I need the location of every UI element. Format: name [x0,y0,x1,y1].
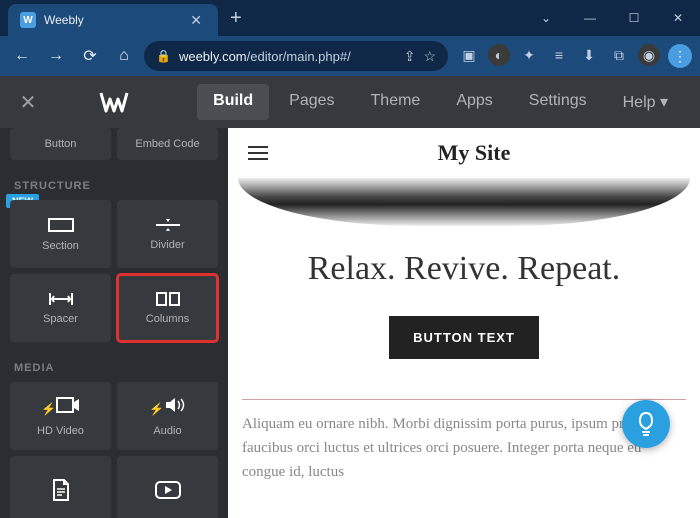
extension-icon-5[interactable]: ⧉ [608,44,630,66]
tile-columns[interactable]: Columns [117,274,218,342]
browser-menu-button[interactable]: ⋮ [668,44,692,68]
nav-help[interactable]: Help ▾ [607,84,684,120]
tile-audio[interactable]: ⚡ Audio [117,382,218,450]
window-minimize-icon[interactable]: — [568,0,612,36]
home-button[interactable]: ⌂ [110,42,138,70]
site-title[interactable]: My Site [268,140,680,166]
cta-button[interactable]: BUTTON TEXT [389,316,539,359]
new-tab-button[interactable]: + [230,7,242,30]
content-divider [242,399,686,400]
url-text: weebly.com/editor/main.php#/ [179,49,396,64]
app-top-nav: ✕ Build Pages Theme Apps Settings Help ▾ [0,76,700,128]
forward-button[interactable]: → [42,42,70,70]
window-close-icon[interactable]: ✕ [656,0,700,36]
nav-pages[interactable]: Pages [273,84,350,120]
site-canvas: My Site Relax. Revive. Repeat. BUTTON TE… [228,128,700,518]
youtube-icon [155,481,181,499]
browser-tab[interactable]: W Weebly ✕ [8,4,218,36]
browser-titlebar: W Weebly ✕ + ⌄ — ☐ ✕ [0,0,700,36]
back-button[interactable]: ← [8,42,36,70]
hd-video-icon: ⚡ [41,396,80,419]
hero-image[interactable] [238,178,690,226]
spacer-icon [48,291,74,307]
weebly-logo[interactable] [96,84,132,120]
weebly-favicon: W [20,12,36,28]
tile-section[interactable]: Section [10,200,111,268]
nav-build[interactable]: Build [197,84,269,120]
help-fab[interactable] [622,400,670,448]
columns-icon [155,291,181,307]
document-icon [52,479,70,501]
extension-icon-1[interactable]: ▣ [458,44,480,66]
bookmark-icon[interactable]: ☆ [423,48,436,65]
tile-divider[interactable]: Divider [117,200,218,268]
window-dropdown-icon[interactable]: ⌄ [524,0,568,36]
share-icon[interactable]: ⇪ [404,48,416,65]
media-section-label: MEDIA [0,348,228,382]
reload-button[interactable]: ⟳ [76,42,104,70]
close-editor-button[interactable]: ✕ [16,90,40,114]
tile-hd-video[interactable]: ⚡ HD Video [10,382,111,450]
tile-button[interactable]: Button [10,128,111,160]
window-maximize-icon[interactable]: ☐ [612,0,656,36]
nav-settings[interactable]: Settings [513,84,603,120]
audio-icon: ⚡ [149,396,186,419]
download-icon[interactable]: ⬇ [578,44,600,66]
tile-document[interactable] [10,456,111,518]
tile-spacer[interactable]: Spacer [10,274,111,342]
nav-theme[interactable]: Theme [355,84,437,120]
hamburger-menu[interactable] [248,146,268,160]
extension-icon-3[interactable]: ✦ [518,44,540,66]
elements-sidebar: Button Embed Code STRUCTURE NEW Section … [0,76,228,518]
hero-headline[interactable]: Relax. Revive. Repeat. [228,250,700,288]
divider-icon [156,217,180,233]
extension-icon-4[interactable]: ≡ [548,44,570,66]
tile-embed-code[interactable]: Embed Code [117,128,218,160]
nav-apps[interactable]: Apps [440,84,508,120]
app-body: Button Embed Code STRUCTURE NEW Section … [0,76,700,518]
tab-title: Weebly [44,13,186,27]
tab-close-icon[interactable]: ✕ [186,10,206,31]
browser-address-bar: ← → ⟳ ⌂ 🔒 weebly.com/editor/main.php#/ ⇪… [0,36,700,76]
section-icon [48,216,74,234]
site-header: My Site [228,128,700,178]
lock-icon: 🔒 [156,49,171,63]
extension-icon-2[interactable]: ◐ [488,44,510,66]
profile-icon[interactable]: ◉ [638,44,660,66]
tile-youtube[interactable] [117,456,218,518]
url-bar[interactable]: 🔒 weebly.com/editor/main.php#/ ⇪ ☆ [144,41,448,71]
